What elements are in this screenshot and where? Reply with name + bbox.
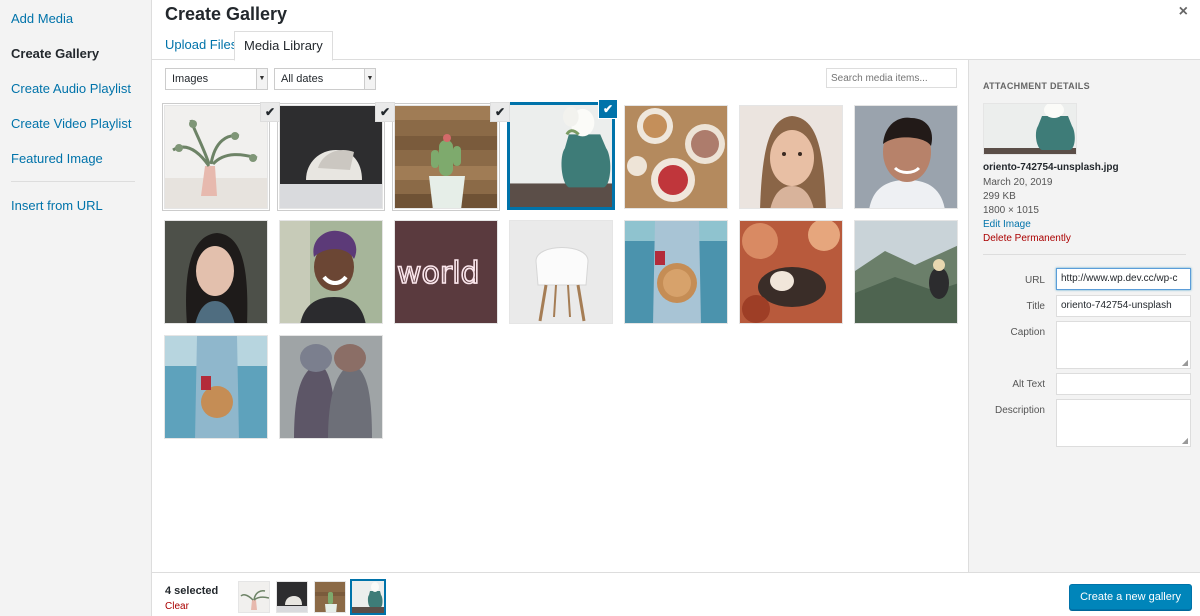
alt-text-label: Alt Text xyxy=(1012,379,1045,390)
attachment-thumbnail[interactable] xyxy=(624,220,728,324)
tab-media-library[interactable]: Media Library xyxy=(234,31,333,61)
details-thumbnail xyxy=(983,103,1077,155)
caption-field[interactable]: ◢ xyxy=(1056,321,1191,369)
portrait-woman-photo xyxy=(740,106,842,208)
title-label: Title xyxy=(1026,301,1045,312)
attachment-thumbnail[interactable] xyxy=(279,335,383,439)
attachment-thumbnail[interactable] xyxy=(164,220,268,324)
menu-separator xyxy=(11,181,135,182)
details-heading: ATTACHMENT DETAILS xyxy=(983,81,1090,91)
attachment-thumbnail[interactable] xyxy=(392,103,500,211)
router-tabs: Upload Files Media Library xyxy=(152,31,1200,61)
neon-world-photo: world xyxy=(395,221,497,323)
clear-selection-link[interactable]: Clear xyxy=(165,601,189,612)
food-bowls-photo xyxy=(625,106,727,208)
media-menu: Add Media Create Gallery Create Audio Pl… xyxy=(0,0,152,616)
vase-flower-photo xyxy=(352,581,384,613)
white-chair-photo xyxy=(510,221,612,323)
date-filter-value: All dates xyxy=(281,73,324,85)
details-separator xyxy=(983,254,1186,255)
attachment-thumbnail[interactable] xyxy=(279,220,383,324)
details-dimensions: 1800 × 1015 xyxy=(983,205,1039,216)
attachment-thumbnail[interactable]: world xyxy=(394,220,498,324)
details-filename: oriento-742754-unsplash.jpg xyxy=(983,162,1119,173)
search-input[interactable] xyxy=(826,68,957,88)
type-filter-value: Images xyxy=(172,73,209,85)
check-icon[interactable]: ✔ xyxy=(598,99,618,119)
cactus-photo xyxy=(395,106,497,208)
url-label: URL xyxy=(1024,275,1045,286)
beach-bag-photo xyxy=(165,336,267,438)
attachment-thumbnail[interactable] xyxy=(854,105,958,209)
attachment-thumbnail[interactable] xyxy=(739,105,843,209)
close-icon[interactable]: × xyxy=(1179,3,1188,21)
vase-flower-photo xyxy=(510,105,612,207)
attachment-thumbnail[interactable] xyxy=(277,103,385,211)
two-friends-photo xyxy=(280,336,382,438)
delete-permanently-link[interactable]: Delete Permanently xyxy=(983,233,1071,244)
details-file-size: 299 KB xyxy=(983,191,1016,202)
menu-item-insert-from-url[interactable]: Insert from URL xyxy=(0,193,151,219)
attachment-thumbnail[interactable] xyxy=(854,220,958,324)
selection-count: 4 selected xyxy=(165,585,219,597)
vase-flower-photo xyxy=(984,104,1076,154)
check-icon[interactable]: ✔ xyxy=(375,102,395,122)
attachment-thumbnail[interactable] xyxy=(624,105,728,209)
plant-vase-photo xyxy=(165,106,267,208)
media-modal: Add Media Create Gallery Create Audio Pl… xyxy=(0,0,1200,616)
check-icon[interactable]: ✔ xyxy=(260,102,280,122)
attachment-thumbnail[interactable] xyxy=(739,220,843,324)
details-date: March 20, 2019 xyxy=(983,177,1053,188)
description-label: Description xyxy=(994,405,1045,416)
resize-grip-icon[interactable]: ◢ xyxy=(1182,358,1188,367)
selected-thumbnail[interactable] xyxy=(314,581,346,613)
edit-image-link[interactable]: Edit Image xyxy=(983,219,1031,230)
straw-bag-photo xyxy=(625,221,727,323)
create-new-gallery-button[interactable]: Create a new gallery xyxy=(1069,584,1192,610)
resize-grip-icon[interactable]: ◢ xyxy=(1182,436,1188,445)
check-icon[interactable]: ✔ xyxy=(490,102,510,122)
mountain-photo xyxy=(855,221,957,323)
bowls-photo xyxy=(277,582,307,612)
attachment-thumbnail[interactable] xyxy=(164,335,268,439)
selected-thumbnail-focused[interactable] xyxy=(349,578,387,616)
menu-item-featured-image[interactable]: Featured Image xyxy=(0,146,151,172)
tab-upload-files[interactable]: Upload Files xyxy=(156,31,246,60)
menu-item-create-video-playlist[interactable]: Create Video Playlist xyxy=(0,111,151,137)
menu-item-create-audio-playlist[interactable]: Create Audio Playlist xyxy=(0,76,151,102)
alt-text-field[interactable] xyxy=(1056,373,1191,395)
portrait-dark-hair-photo xyxy=(165,221,267,323)
title-field[interactable]: oriento-742754-unsplash xyxy=(1056,295,1191,317)
dog-leaves-photo xyxy=(740,221,842,323)
bowls-photo xyxy=(280,106,382,208)
dropdown-arrow-icon: ▼ xyxy=(256,69,267,89)
type-filter-select[interactable]: Images ▼ xyxy=(165,68,268,90)
selected-thumbnail[interactable] xyxy=(238,581,270,613)
portrait-man-photo xyxy=(855,106,957,208)
attachment-thumbnail[interactable] xyxy=(162,103,270,211)
modal-title: Create Gallery xyxy=(165,4,288,24)
selected-thumbnail[interactable] xyxy=(276,581,308,613)
plant-vase-photo xyxy=(239,582,269,612)
portrait-laughing-photo xyxy=(280,221,382,323)
description-field[interactable]: ◢ xyxy=(1056,399,1191,447)
date-filter-select[interactable]: All dates ▼ xyxy=(274,68,376,90)
dropdown-arrow-icon: ▼ xyxy=(364,69,375,89)
menu-item-add-media[interactable]: Add Media xyxy=(0,6,151,32)
media-toolbar-bottom: 4 selected Clear Create a new gallery xyxy=(152,572,1200,616)
attachment-thumbnail[interactable] xyxy=(509,220,613,324)
caption-label: Caption xyxy=(1010,327,1045,338)
menu-item-create-gallery[interactable]: Create Gallery xyxy=(0,41,151,67)
cactus-photo xyxy=(315,582,345,612)
attachment-details-panel: ATTACHMENT DETAILS oriento-742754-unspla… xyxy=(968,60,1200,572)
svg-text:world: world xyxy=(397,256,480,291)
url-field[interactable]: http://www.wp.dev.cc/wp-c xyxy=(1056,268,1191,290)
